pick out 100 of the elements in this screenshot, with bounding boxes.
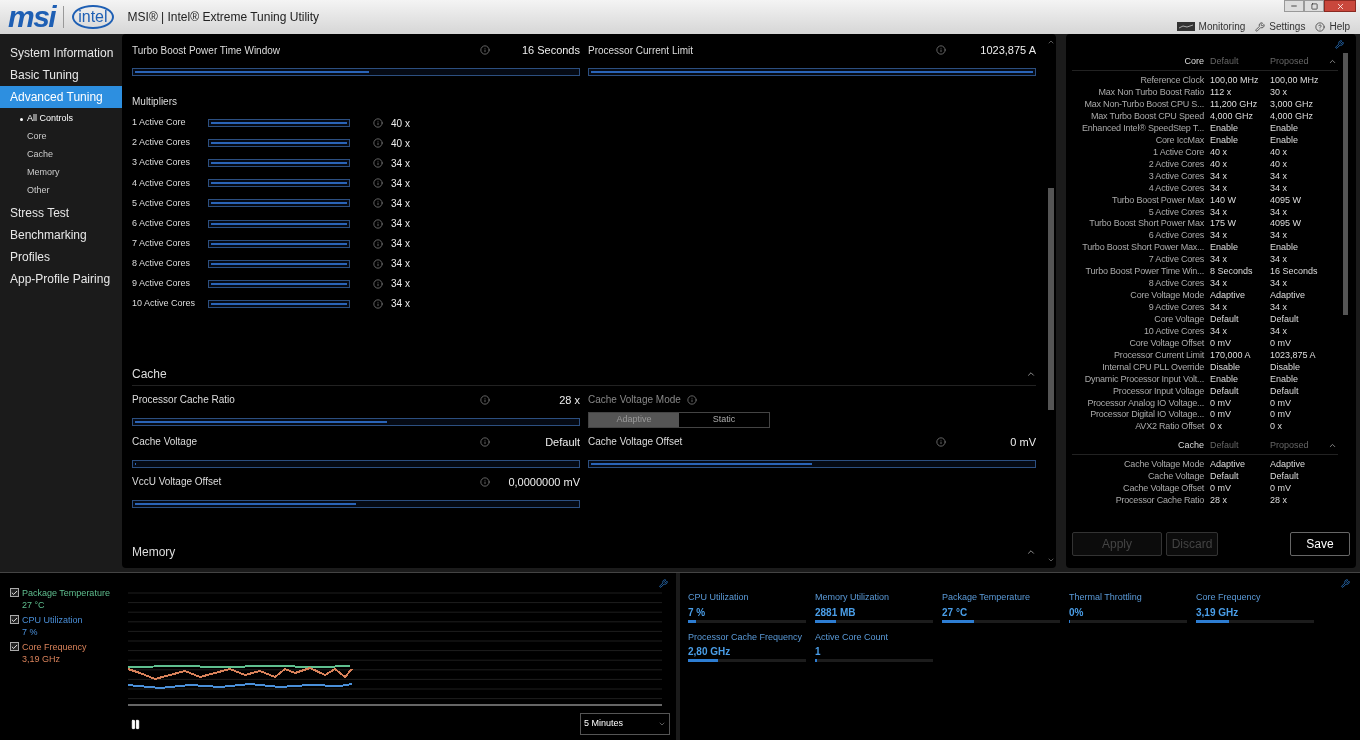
checkbox[interactable] bbox=[10, 615, 19, 624]
info-icon[interactable] bbox=[480, 394, 490, 405]
section-title: Memory bbox=[132, 544, 177, 561]
checkbox[interactable] bbox=[10, 588, 19, 597]
scrollbar-thumb[interactable] bbox=[1048, 188, 1054, 410]
nav-item[interactable]: Basic Tuning bbox=[0, 64, 122, 86]
proposed-value: 34 x bbox=[1270, 324, 1288, 338]
control-label: VccU Voltage Offset bbox=[132, 475, 223, 490]
info-icon[interactable] bbox=[480, 476, 490, 487]
default-value: 34 x bbox=[1210, 277, 1228, 291]
pause-icon[interactable] bbox=[130, 718, 141, 730]
maximize-button[interactable] bbox=[1304, 0, 1324, 12]
setting-name: Turbo Boost Power Max bbox=[1111, 193, 1205, 207]
toolbar-link[interactable]: Settings bbox=[1269, 19, 1306, 34]
nav-subitem[interactable]: All Controls bbox=[27, 112, 73, 126]
default-value: 175 W bbox=[1210, 217, 1237, 231]
nav-item[interactable]: Benchmarking bbox=[0, 224, 122, 246]
info-icon[interactable] bbox=[373, 298, 383, 309]
scroll-down-icon[interactable] bbox=[1047, 556, 1055, 564]
nav-item[interactable]: Profiles bbox=[0, 246, 122, 268]
slider-fill[interactable] bbox=[211, 182, 347, 185]
wrench-icon bbox=[1255, 21, 1266, 32]
setting-name: Cache Voltage bbox=[1147, 470, 1205, 484]
close-button[interactable] bbox=[1324, 0, 1356, 12]
control-value: 16 Seconds bbox=[520, 42, 580, 58]
metric-value: 2,80 GHz bbox=[688, 645, 732, 659]
slider-fill[interactable] bbox=[211, 222, 347, 225]
time-range-dropdown[interactable]: 5 Minutes bbox=[580, 713, 670, 735]
setting-name: 1 Active Core bbox=[1152, 145, 1205, 159]
proposed-value: 0 mV bbox=[1270, 482, 1292, 496]
slider-fill[interactable] bbox=[211, 262, 347, 265]
info-icon[interactable] bbox=[373, 138, 383, 149]
scroll-up-icon[interactable] bbox=[1047, 38, 1055, 46]
series-name: Core Frequency bbox=[22, 641, 87, 653]
slider-fill[interactable] bbox=[591, 462, 812, 465]
column-header: Default bbox=[1210, 438, 1240, 452]
info-icon[interactable] bbox=[480, 45, 490, 55]
setting-name: Processor Digital IO Voltage... bbox=[1089, 408, 1205, 422]
minimize-button[interactable] bbox=[1284, 0, 1304, 12]
metric-value: 27 °C bbox=[942, 605, 969, 620]
nav-subitem[interactable]: Other bbox=[27, 184, 50, 198]
info-icon[interactable] bbox=[936, 436, 946, 447]
nav-item[interactable]: System Information bbox=[0, 42, 122, 64]
toolbar-link[interactable]: Help bbox=[1329, 19, 1350, 34]
slider-fill[interactable] bbox=[135, 502, 356, 505]
nav-subitem[interactable]: Memory bbox=[27, 166, 60, 180]
info-icon[interactable] bbox=[480, 436, 490, 447]
slider-fill[interactable] bbox=[211, 202, 347, 205]
info-icon[interactable] bbox=[373, 238, 383, 249]
info-icon[interactable] bbox=[936, 45, 946, 55]
toolbar-link[interactable]: Monitoring bbox=[1198, 19, 1246, 34]
slider-fill[interactable] bbox=[211, 162, 347, 165]
setting-name: Processor Current Limit bbox=[1113, 348, 1205, 362]
info-icon[interactable] bbox=[373, 158, 383, 169]
proposed-value: 100,00 MHz bbox=[1270, 74, 1320, 88]
info-icon[interactable] bbox=[373, 118, 383, 129]
nav-subitem[interactable]: Cache bbox=[27, 148, 53, 162]
slider-fill[interactable] bbox=[211, 242, 347, 245]
minimize-icon bbox=[1290, 2, 1298, 10]
collapse-icon[interactable] bbox=[1328, 57, 1337, 66]
proposed-value: Enable bbox=[1270, 372, 1300, 386]
help-icon bbox=[1315, 21, 1326, 32]
nav-item[interactable]: Stress Test bbox=[0, 202, 122, 224]
info-icon[interactable] bbox=[686, 394, 697, 405]
default-value: 28 x bbox=[1210, 494, 1228, 508]
collapse-icon[interactable] bbox=[1026, 547, 1036, 557]
nav-subitem[interactable]: Core bbox=[27, 130, 47, 144]
scrollbar-thumb[interactable] bbox=[1343, 53, 1348, 315]
checkbox[interactable] bbox=[10, 642, 19, 651]
wrench-icon[interactable] bbox=[1341, 579, 1350, 588]
default-value: 0 x bbox=[1210, 420, 1223, 434]
setting-name: Processor Input Voltage bbox=[1112, 384, 1205, 398]
proposed-value: Disable bbox=[1270, 360, 1301, 374]
slider-fill[interactable] bbox=[211, 142, 347, 145]
slider-fill[interactable] bbox=[211, 282, 347, 285]
section-title: Cache bbox=[132, 366, 168, 384]
metric-value: 3,19 GHz bbox=[1196, 605, 1240, 620]
slider-fill[interactable] bbox=[211, 122, 347, 125]
column-header: Proposed bbox=[1270, 438, 1310, 452]
default-value: 0 mV bbox=[1210, 396, 1232, 410]
info-icon[interactable] bbox=[373, 218, 383, 229]
wrench-icon[interactable] bbox=[1335, 40, 1344, 49]
slider-fill[interactable] bbox=[211, 302, 347, 305]
action-button[interactable]: Save bbox=[1290, 532, 1350, 556]
setting-name: AVX2 Ratio Offset bbox=[1134, 420, 1205, 434]
dropdown-caret-icon bbox=[658, 720, 666, 728]
setting-name: Turbo Boost Short Power Max... bbox=[1081, 241, 1205, 255]
setting-name: Core Voltage Mode bbox=[1129, 289, 1205, 303]
info-icon[interactable] bbox=[373, 198, 383, 209]
info-icon[interactable] bbox=[373, 178, 383, 189]
default-value: Enable bbox=[1210, 241, 1240, 255]
info-icon[interactable] bbox=[373, 258, 383, 269]
info-icon[interactable] bbox=[373, 278, 383, 289]
proposed-value: 34 x bbox=[1270, 301, 1288, 315]
proposed-value: Default bbox=[1270, 384, 1300, 398]
wrench-icon[interactable] bbox=[659, 579, 668, 588]
metric-value: 7 % bbox=[688, 605, 707, 620]
slider-fill[interactable] bbox=[135, 420, 387, 423]
default-value: 112 x bbox=[1210, 86, 1233, 100]
nav-item[interactable]: App-Profile Pairing bbox=[0, 268, 122, 290]
